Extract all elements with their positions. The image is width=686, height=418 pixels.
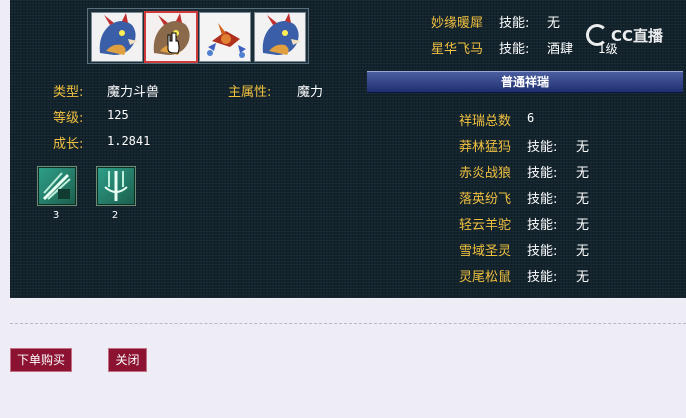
- divider: [10, 323, 686, 324]
- mount-skill-label: 技能:: [527, 192, 558, 207]
- special-mount-name-2: 星华飞马: [431, 42, 484, 57]
- pet-detail-panel: 类型: 魔力斗兽 主属性: 魔力 等级: 125 成长: 1.2841 3 2 …: [10, 0, 686, 298]
- special-mount-skill-label-1: 技能:: [499, 16, 530, 31]
- special-mount-skill-label-2: 技能:: [499, 42, 530, 57]
- growth-value: 1.2841: [107, 134, 151, 148]
- dragon-beast-icon: [262, 13, 301, 55]
- cc-live-watermark: CC直播: [586, 24, 663, 46]
- buy-button[interactable]: 下单购买: [10, 348, 72, 372]
- close-button[interactable]: 关闭: [108, 348, 147, 372]
- mount-name: 雪域圣灵: [459, 244, 512, 259]
- mount-skill-value: 无: [576, 218, 590, 233]
- mount-skill-label: 技能:: [527, 140, 558, 155]
- cc-logo-icon: [586, 24, 608, 46]
- mount-name: 灵尾松鼠: [459, 270, 512, 285]
- level-label: 等级:: [53, 111, 84, 126]
- growth-label: 成长:: [53, 137, 84, 152]
- pet-selector: [87, 8, 309, 64]
- level-value: 125: [107, 108, 129, 122]
- mount-skill-value: 无: [576, 270, 590, 285]
- mount-skill-label: 技能:: [527, 218, 558, 233]
- mount-name: 赤炎战狼: [459, 166, 512, 181]
- type-value: 魔力斗兽: [107, 85, 160, 100]
- mount-skill-value: 无: [576, 166, 590, 181]
- mount-skill-value: 无: [576, 244, 590, 259]
- claw-skill-icon[interactable]: [37, 166, 77, 206]
- special-mount-skill-value-1: 无: [547, 16, 561, 31]
- mount-skill-value: 无: [576, 192, 590, 207]
- watermark-text: CC直播: [611, 26, 664, 45]
- mount-total-value: 6: [527, 111, 535, 125]
- mount-skill-label: 技能:: [527, 166, 558, 181]
- special-mount-skill-value-2: 酒肆: [547, 42, 574, 57]
- mount-skill-label: 技能:: [527, 270, 558, 285]
- special-mount-name-1: 妙缘暖犀: [431, 16, 484, 31]
- mount-total-label: 祥瑞总数: [459, 114, 512, 129]
- main-attribute-label: 主属性:: [228, 85, 272, 100]
- mount-name: 莽林猛犸: [459, 140, 512, 155]
- skill-count-1: 3: [52, 210, 60, 221]
- skill-count-2: 2: [111, 210, 119, 221]
- type-label: 类型:: [53, 85, 84, 100]
- spear-skill-icon[interactable]: [96, 166, 136, 206]
- mount-skill-label: 技能:: [527, 244, 558, 259]
- dragon-beast-icon: [153, 13, 190, 55]
- pet-slot-4[interactable]: [254, 12, 306, 62]
- pet-slot-2[interactable]: [144, 11, 198, 63]
- dragon-beast-icon: [99, 13, 138, 55]
- mount-skill-value: 无: [576, 140, 590, 155]
- main-attribute-value: 魔力: [297, 85, 324, 100]
- pet-slot-3[interactable]: [199, 12, 251, 62]
- section-header-normal-mounts: 普通祥瑞: [367, 71, 683, 93]
- pet-slot-1[interactable]: [91, 12, 143, 62]
- mount-name: 轻云羊驼: [459, 218, 512, 233]
- red-bird-icon: [200, 13, 250, 61]
- mount-name: 落英纷飞: [459, 192, 512, 207]
